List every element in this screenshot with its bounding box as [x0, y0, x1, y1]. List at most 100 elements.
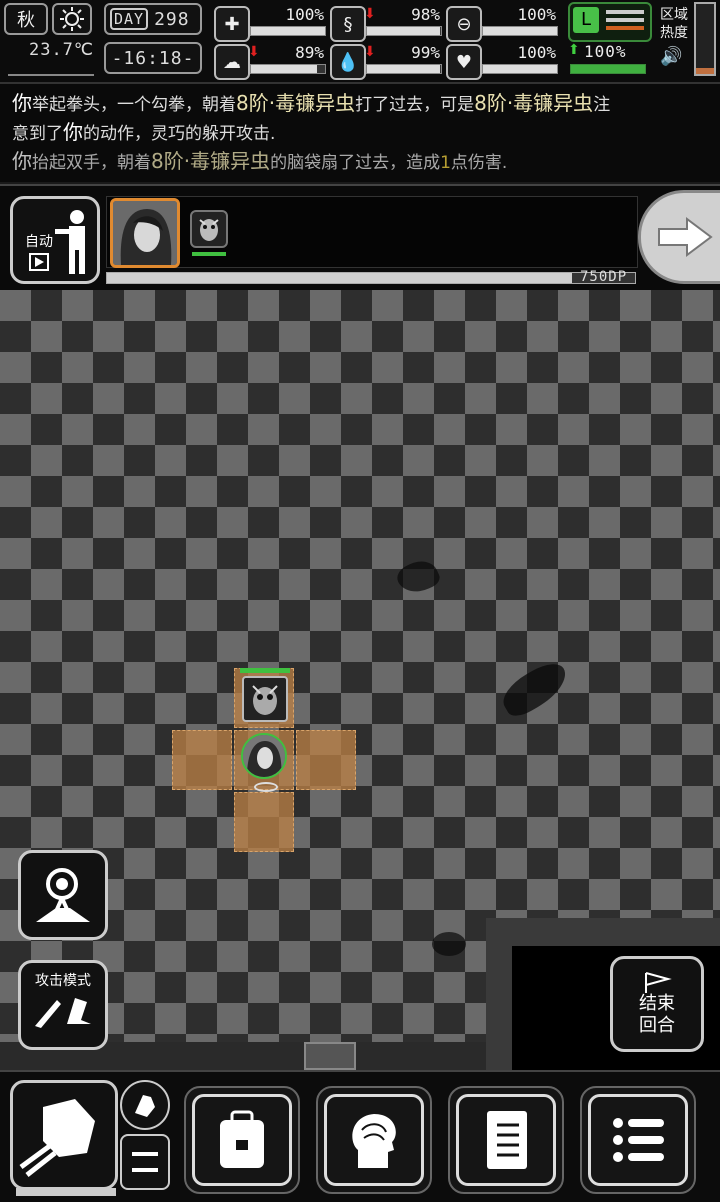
medkit-icon: ✚	[214, 6, 250, 42]
enemy-hp-bar	[192, 252, 226, 256]
knife-kick-icon	[35, 998, 91, 1028]
log-line: 你举起拳头，一个勾拳，朝着8阶·毒镰异虫打了过去，可是8阶·毒镰异虫注	[12, 91, 611, 115]
attack-charge-bar	[16, 1188, 116, 1196]
fist-icon	[19, 1099, 95, 1177]
battle-bar: 自动 750DP	[0, 184, 720, 290]
zone-heat-line1: 区域	[660, 7, 688, 23]
speaker-icon[interactable]: 🔊	[660, 46, 682, 67]
blood-stain	[496, 656, 574, 722]
status-bar: 秋 23.7℃ DAY 298 -16:18- ✚ 100% § ⬇ 98% ⊖…	[0, 0, 720, 84]
turn-order-track	[106, 196, 638, 268]
arrow-up-icon: ⬆	[568, 42, 580, 58]
backpack-button[interactable]	[184, 1086, 300, 1194]
arrow-down-icon: ⬇	[364, 44, 376, 60]
end-turn-line2: 回合	[639, 1015, 675, 1036]
season-label: 秋	[17, 10, 35, 31]
magnifier-icon	[36, 868, 90, 922]
stat-mood: ♥ 100%	[446, 42, 558, 80]
stat-hunger-value: 98%	[411, 5, 440, 24]
move-tile[interactable]	[234, 792, 294, 852]
stat-energy-bar	[570, 64, 646, 74]
stat-sanity-value: 89%	[295, 43, 324, 62]
pill-icon: ⊖	[446, 6, 482, 42]
auto-battle-button[interactable]: 自动	[10, 196, 100, 284]
stat-sanity-bar	[250, 64, 326, 74]
arrow-down-icon: ⬇	[248, 44, 260, 60]
stat-thirst: 💧 ⬇ 99%	[330, 42, 442, 80]
zone-heat-label: 区域 热度	[654, 6, 694, 42]
brain-icon: ☁	[214, 44, 250, 80]
blood-stain	[393, 554, 443, 600]
temperature-readout: 23.7℃	[8, 40, 94, 76]
season-badge: 秋	[4, 3, 48, 35]
enemy-token[interactable]	[242, 676, 288, 722]
menu-icon	[613, 1118, 664, 1162]
stat-health-value: 100%	[285, 5, 324, 24]
flag-icon	[645, 972, 672, 993]
move-tile[interactable]	[172, 730, 232, 790]
stat-hunger: § ⬇ 98%	[330, 4, 442, 42]
day-value: 298	[154, 8, 190, 30]
day-label: DAY	[110, 8, 149, 30]
game-map[interactable]: 攻击模式 结束 回合	[0, 290, 720, 1070]
clock: -16:18-	[104, 42, 202, 74]
auto-battle-label: 自动	[25, 234, 53, 250]
move-tile[interactable]	[296, 730, 356, 790]
log-line: 你抬起双手，朝着8阶·毒镰异虫的脑袋扇了过去，造成1点伤害.	[12, 149, 508, 173]
player-marker	[254, 782, 278, 792]
stat-stamina: ⊖ 100%	[446, 4, 558, 42]
water-drop-icon: 💧	[330, 44, 366, 80]
stat-mood-bar	[482, 64, 558, 74]
zone-heat-line2: 热度	[660, 25, 688, 41]
stat-stamina-value: 100%	[517, 5, 556, 24]
stat-thirst-bar	[366, 64, 442, 74]
player-token[interactable]	[241, 733, 287, 779]
attack-mode-label: 攻击模式	[35, 973, 91, 989]
player-avatar	[243, 735, 285, 777]
arrow-down-icon: ⬇	[364, 6, 376, 22]
action-points-bar	[106, 272, 636, 284]
attack-button[interactable]	[10, 1080, 118, 1190]
next-turn-arrow-button[interactable]	[638, 190, 720, 284]
blood-stain	[432, 932, 466, 956]
stat-health-bar	[250, 26, 326, 36]
stomach-icon: §	[330, 6, 366, 42]
energy-panel: L	[568, 2, 652, 42]
player-avatar	[113, 201, 177, 265]
temperature-value: 23.7℃	[28, 40, 94, 60]
enemy-health-bar	[240, 668, 290, 673]
backpack-icon	[220, 1110, 264, 1168]
menu-button[interactable]	[580, 1086, 696, 1194]
arrow-right-icon	[658, 217, 713, 257]
player-portrait[interactable]	[110, 198, 180, 268]
heart-icon: ♥	[446, 44, 482, 80]
stat-energy-value: 100%	[584, 42, 627, 61]
brain-head-icon	[352, 1114, 396, 1168]
journal-icon	[487, 1111, 527, 1169]
hand-icon[interactable]	[120, 1080, 170, 1130]
stat-mood-value: 100%	[517, 43, 556, 62]
attack-mode-button[interactable]: 攻击模式	[18, 960, 108, 1050]
stat-hunger-bar	[366, 26, 442, 36]
inspect-button[interactable]	[18, 850, 108, 940]
stat-stamina-bar	[482, 26, 558, 36]
door[interactable]	[304, 1042, 356, 1070]
play-icon	[29, 253, 49, 271]
skills-button[interactable]	[316, 1086, 432, 1194]
action-points-value: 750DP	[580, 269, 628, 285]
journal-button[interactable]	[448, 1086, 564, 1194]
boot-icon: L	[573, 7, 599, 33]
day-counter: DAY 298	[104, 3, 202, 35]
quick-slot-button[interactable]	[120, 1134, 170, 1190]
stat-health: ✚ 100%	[214, 4, 326, 42]
log-line: 意到了你的动作，灵巧的躲开攻击.	[12, 120, 276, 144]
end-turn-button[interactable]: 结束 回合	[610, 956, 704, 1052]
bug-icon	[199, 219, 219, 241]
stat-energy: ⬆ 100%	[568, 42, 648, 76]
gunman-icon	[55, 210, 85, 274]
bottom-toolbar	[0, 1070, 720, 1202]
end-turn-line1: 结束	[639, 993, 675, 1014]
message-log[interactable]: 你举起拳头，一个勾拳，朝着8阶·毒镰异虫打了过去，可是8阶·毒镰异虫注 意到了你…	[0, 84, 720, 182]
bug-icon	[252, 685, 278, 715]
enemy-portrait[interactable]	[190, 210, 228, 248]
